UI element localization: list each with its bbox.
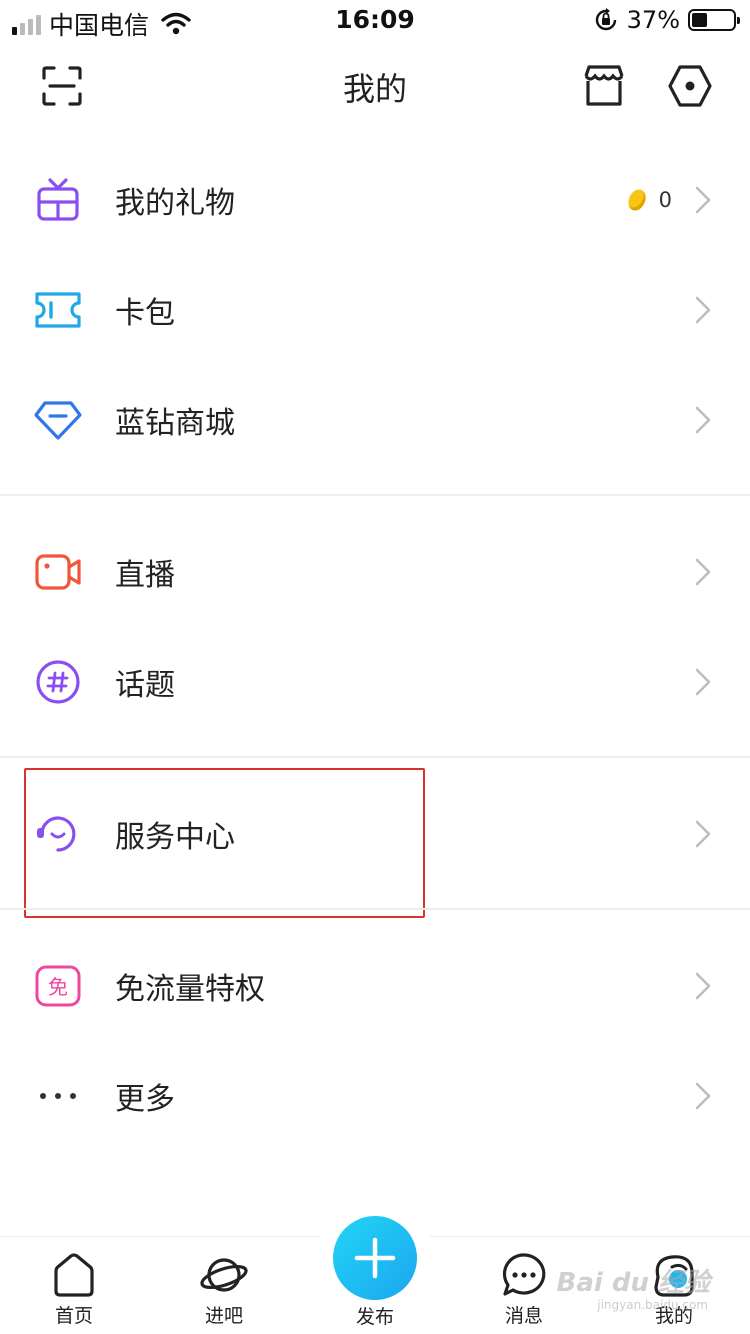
section-divider [0,756,750,758]
battery-icon [688,9,740,31]
tab-label-home: 首页 [54,1305,93,1327]
menu-item-freeflow[interactable]: 免 免流量特权 [0,931,750,1041]
more-dots-icon [32,1070,84,1122]
tab-jinba[interactable]: 进吧 [174,1251,274,1328]
chevron-right-icon [695,186,711,214]
section-divider [0,494,750,496]
page-title: 我的 [342,70,407,108]
menu-item-live[interactable]: 直播 [0,517,750,627]
gift-count-group: 0 [624,186,672,214]
chevron-right-icon [695,820,711,848]
menu-label-freeflow: 免流量特权 [115,972,265,1007]
ticket-icon [32,284,84,336]
chevron-right-icon [695,406,711,434]
hashtag-icon [32,656,84,708]
chevron-right-icon [695,558,711,586]
planet-icon [200,1258,248,1292]
battery-fill [692,13,707,27]
menu-label-gift: 我的礼物 [115,186,235,221]
header: 我的 [0,40,750,130]
menu-label-cardpack: 卡包 [115,296,175,331]
watermark-sub: jingyan.baidu.com [597,1298,708,1312]
tab-home[interactable]: 首页 [24,1251,124,1328]
menu-label-bluediamond: 蓝钻商城 [115,406,235,441]
free-badge-text: 免 [48,975,68,999]
screen: 中国电信 16:09 37% 我的 我的礼物 0 卡包 蓝钻商城 直播 话题 服… [0,0,750,1334]
free-badge-icon: 免 [32,960,84,1012]
section-divider [0,908,750,910]
diamond-icon [32,394,84,446]
menu-label-live: 直播 [115,558,175,593]
publish-label: 发布 [355,1306,394,1328]
menu-item-cardpack[interactable]: 卡包 [0,255,750,365]
video-camera-icon [32,546,84,598]
watermark: Bai du 经验 [556,1268,711,1298]
gift-icon [32,174,84,226]
home-icon [54,1253,94,1297]
menu-label-topic: 话题 [115,668,175,703]
menu-label-more: 更多 [115,1082,175,1117]
tab-label-jinba: 进吧 [204,1305,243,1327]
plus-icon [354,1237,396,1279]
chevron-right-icon [695,1082,711,1110]
chevron-right-icon [695,296,711,324]
menu-item-bluediamond[interactable]: 蓝钻商城 [0,365,750,475]
menu-item-gift[interactable]: 我的礼物 0 [0,145,750,255]
highlight-annotation-box [24,768,425,918]
status-bar: 中国电信 16:09 37% [0,0,750,40]
chevron-right-icon [695,668,711,696]
menu-item-topic[interactable]: 话题 [0,627,750,737]
publish-button[interactable] [333,1216,417,1300]
menu-item-more[interactable]: 更多 [0,1041,750,1151]
battery-percent: 37% [626,6,680,34]
store-icon[interactable] [580,62,628,110]
gift-count: 0 [658,188,672,212]
chevron-right-icon [695,972,711,1000]
status-right: 37% [593,6,740,34]
settings-icon[interactable] [666,62,714,110]
orientation-lock-icon [595,8,616,31]
tab-label-messages: 消息 [504,1305,543,1327]
coin-icon [624,186,649,214]
chat-bubble-icon [502,1253,546,1296]
